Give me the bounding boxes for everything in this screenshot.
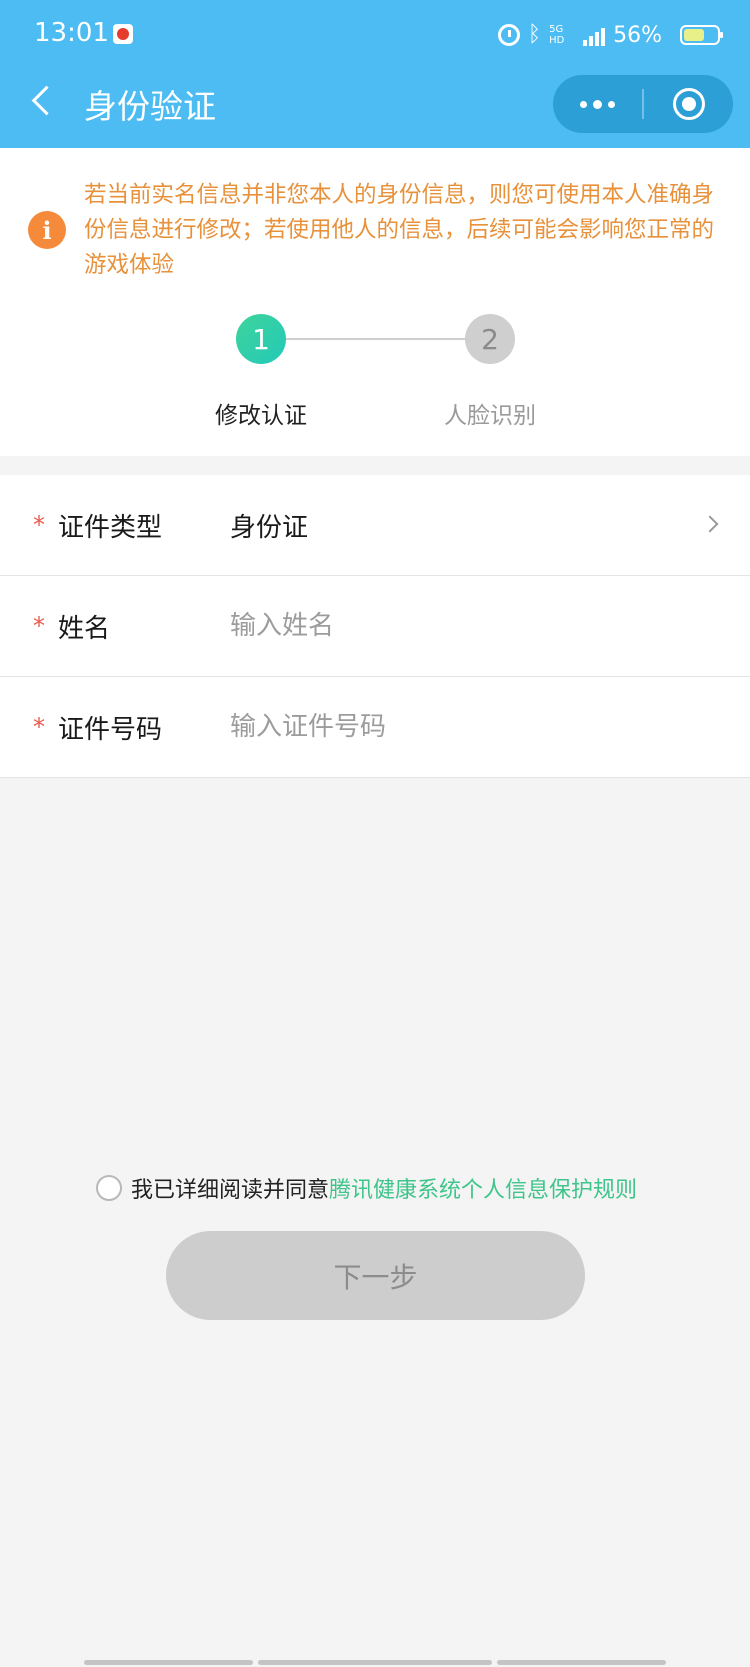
more-dots-icon [580,100,587,108]
name-input[interactable] [230,602,710,650]
notification-app-icon [113,24,133,44]
close-miniprogram-button[interactable] [644,75,733,133]
identity-form: * 证件类型 身份证 * 姓名 * 证件号码 [0,475,750,778]
miniprogram-capsule [553,75,733,133]
id-number-input[interactable] [230,703,710,751]
id-type-value: 身份证 [230,513,309,543]
step-connector [284,338,468,340]
step-1-circle: 1 [236,314,286,364]
more-button[interactable] [553,75,642,133]
page-title: 身份验证 [84,87,216,126]
target-icon [672,88,705,120]
notice-text: 若当前实名信息并非您本人的身份信息，则您可使用本人准确身份信息进行修改；若使用他… [84,182,715,278]
home-indicator-segment [497,1660,666,1665]
home-indicator-segment [84,1660,253,1665]
required-mark: * [33,612,45,640]
home-indicator-segment [258,1660,492,1665]
agreement-checkbox[interactable] [96,1175,122,1201]
id-number-row: * 证件号码 [0,677,750,778]
step-1-label: 修改认证 [215,403,307,429]
id-number-label: 证件号码 [58,715,163,745]
info-icon: i [28,211,66,249]
id-type-label: 证件类型 [58,513,163,543]
battery-percent: 56% [613,22,662,48]
status-indicators: ᛒ 5G HD 56% [497,18,723,52]
chevron-right-icon [701,515,719,533]
signal-icon [583,24,606,46]
name-row: * 姓名 [0,576,750,677]
id-type-row[interactable]: * 证件类型 身份证 [0,475,750,576]
name-label: 姓名 [58,614,111,644]
step-2-label: 人脸识别 [444,403,536,429]
agreement-text: 我已详细阅读并同意腾讯健康系统个人信息保护规则 [131,1172,637,1204]
required-mark: * [33,511,45,539]
status-time: 13:01 [34,18,109,48]
privacy-rules-link[interactable]: 腾讯健康系统个人信息保护规则 [329,1178,637,1203]
next-step-button[interactable]: 下一步 [166,1231,585,1320]
network-label: 5G HD [549,24,565,46]
alarm-icon [497,24,520,46]
header-bar: 13:01 ᛒ 5G HD 56% 身份验证 [0,0,750,148]
required-mark: * [33,713,45,741]
bluetooth-icon: ᛒ [527,22,542,47]
back-button[interactable] [26,82,56,122]
step-2-circle: 2 [465,314,515,364]
battery-icon [680,25,723,45]
agreement-prefix: 我已详细阅读并同意 [131,1178,330,1203]
